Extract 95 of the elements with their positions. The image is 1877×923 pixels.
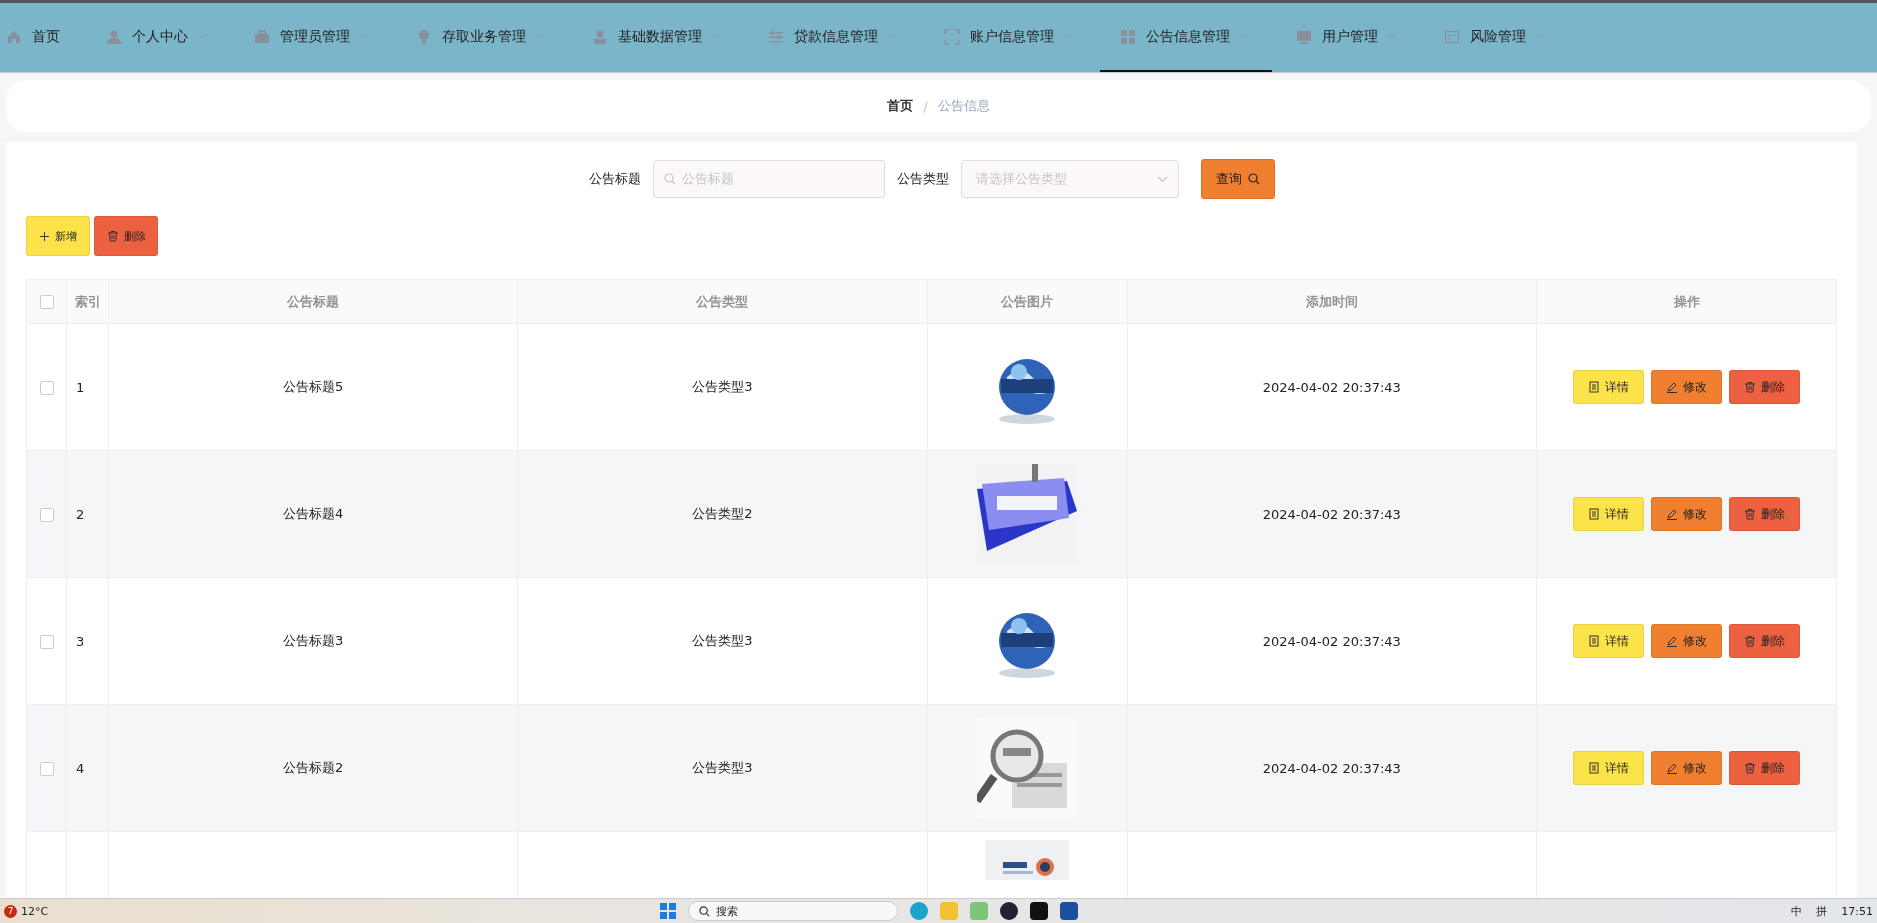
checkbox[interactable] bbox=[39, 761, 54, 776]
ime-indicator[interactable]: 中 bbox=[1791, 903, 1803, 919]
nav-icon bbox=[6, 28, 22, 45]
pencil-icon bbox=[1666, 635, 1678, 647]
weather-text[interactable]: 12°C bbox=[21, 904, 49, 918]
nav-tab[interactable]: 风险管理 bbox=[1438, 3, 1568, 72]
column-header: 公告图片 bbox=[1001, 293, 1054, 309]
checkbox[interactable] bbox=[39, 634, 54, 649]
document-icon bbox=[1588, 508, 1600, 520]
edit-button[interactable]: 修改 bbox=[1651, 370, 1722, 404]
search-icon bbox=[1247, 173, 1260, 185]
nav-icon bbox=[106, 28, 122, 45]
delete-button[interactable]: 删除 bbox=[1729, 751, 1800, 785]
nav-icon bbox=[1296, 28, 1312, 45]
nav-tab[interactable]: 首页 bbox=[0, 3, 82, 72]
app-icon[interactable] bbox=[1000, 902, 1018, 920]
breadcrumb-current: 公告信息 bbox=[937, 97, 990, 115]
table-cell: 1 bbox=[76, 379, 85, 395]
detail-button[interactable]: 详情 bbox=[1573, 370, 1644, 404]
detail-button[interactable]: 详情 bbox=[1573, 751, 1644, 785]
edit-button[interactable]: 修改 bbox=[1651, 497, 1722, 531]
nav-tab[interactable]: 基础数据管理 bbox=[586, 3, 744, 72]
column-header: 操作 bbox=[1673, 293, 1700, 309]
folder-icon[interactable] bbox=[940, 902, 958, 920]
document-icon bbox=[1588, 635, 1600, 647]
column-header: 公告类型 bbox=[696, 293, 749, 309]
nav-tab[interactable]: 公告信息管理 bbox=[1100, 3, 1272, 72]
pencil-icon bbox=[1666, 762, 1678, 774]
field-label: 公告类型 bbox=[896, 170, 949, 188]
nav-icon bbox=[1120, 28, 1136, 45]
table-cell: 2024-04-02 20:37:43 bbox=[1262, 379, 1401, 395]
pencil-icon bbox=[1666, 381, 1678, 393]
trash-icon bbox=[1744, 762, 1756, 774]
table-cell: 2 bbox=[76, 506, 85, 522]
column-header: 索引 bbox=[74, 293, 101, 309]
nav-icon bbox=[416, 28, 432, 45]
nav-tab[interactable]: 账户信息管理 bbox=[938, 3, 1096, 72]
delete-button[interactable]: 删除 bbox=[1729, 370, 1800, 404]
column-header: 公告标题 bbox=[287, 293, 340, 309]
table-cell: 2024-04-02 20:37:43 bbox=[1262, 633, 1401, 649]
table-cell: 公告类型3 bbox=[692, 760, 753, 775]
detail-button[interactable]: 详情 bbox=[1573, 624, 1644, 658]
document-icon bbox=[1588, 762, 1600, 774]
table-cell: 公告类型2 bbox=[692, 506, 753, 521]
trash-icon bbox=[1744, 381, 1756, 393]
nav-icon bbox=[768, 28, 784, 45]
checkbox[interactable] bbox=[39, 380, 54, 395]
query-button[interactable]: 查询 bbox=[1200, 159, 1275, 199]
taskbar-search[interactable]: 搜索 bbox=[688, 901, 898, 921]
table-cell: 3 bbox=[76, 633, 85, 649]
delete-button[interactable]: 删除 bbox=[1729, 497, 1800, 531]
trash-icon bbox=[1744, 508, 1756, 520]
field-label: 公告标题 bbox=[588, 170, 641, 188]
nav-tab[interactable]: 用户管理 bbox=[1290, 3, 1420, 72]
table-cell: 公告标题4 bbox=[283, 506, 344, 521]
table-cell: 公告标题5 bbox=[283, 379, 344, 394]
table-cell: 公告标题2 bbox=[283, 760, 344, 775]
nav-tab[interactable]: 存取业务管理 bbox=[410, 3, 568, 72]
checkbox[interactable] bbox=[39, 295, 54, 310]
nav-tab[interactable]: 个人中心 bbox=[100, 3, 230, 72]
nav-icon bbox=[592, 28, 608, 45]
column-header: 添加时间 bbox=[1305, 293, 1358, 309]
nav-tab[interactable]: 贷款信息管理 bbox=[762, 3, 920, 72]
weather-badge: 7 bbox=[4, 904, 17, 918]
checkbox[interactable] bbox=[39, 507, 54, 522]
add-button[interactable]: 新增 bbox=[26, 216, 90, 256]
clock[interactable]: 17:51 bbox=[1841, 904, 1873, 918]
plus-icon bbox=[39, 230, 50, 242]
document-icon bbox=[1588, 381, 1600, 393]
table-cell: 公告标题3 bbox=[283, 633, 344, 648]
trash-icon bbox=[1744, 635, 1756, 647]
nav-icon bbox=[254, 28, 270, 45]
table-cell: 2024-04-02 20:37:43 bbox=[1262, 506, 1401, 522]
pencil-icon bbox=[1666, 508, 1678, 520]
search-icon bbox=[663, 173, 676, 185]
breadcrumb-link[interactable]: 首页 bbox=[887, 97, 914, 115]
table-cell: 公告类型3 bbox=[692, 633, 753, 648]
windows-icon[interactable] bbox=[660, 903, 676, 919]
table-cell: 公告类型3 bbox=[692, 379, 753, 394]
delete-button[interactable]: 删除 bbox=[1729, 624, 1800, 658]
breadcrumb-separator: / bbox=[923, 98, 928, 114]
nav-icon bbox=[1444, 28, 1460, 45]
app-icon[interactable] bbox=[1030, 902, 1048, 920]
search-icon bbox=[699, 905, 710, 917]
ime-indicator[interactable]: 拼 bbox=[1816, 903, 1828, 919]
table-cell: 4 bbox=[76, 760, 85, 776]
table-cell: 2024-04-02 20:37:43 bbox=[1262, 760, 1401, 776]
nav-icon bbox=[944, 28, 960, 45]
nav-tab[interactable]: 管理员管理 bbox=[248, 3, 392, 72]
trash-icon bbox=[106, 230, 119, 242]
edit-button[interactable]: 修改 bbox=[1651, 624, 1722, 658]
edit-button[interactable]: 修改 bbox=[1651, 751, 1722, 785]
chevron-icon bbox=[1156, 175, 1168, 183]
delete-button[interactable]: 删除 bbox=[94, 216, 158, 256]
detail-button[interactable]: 详情 bbox=[1573, 497, 1644, 531]
